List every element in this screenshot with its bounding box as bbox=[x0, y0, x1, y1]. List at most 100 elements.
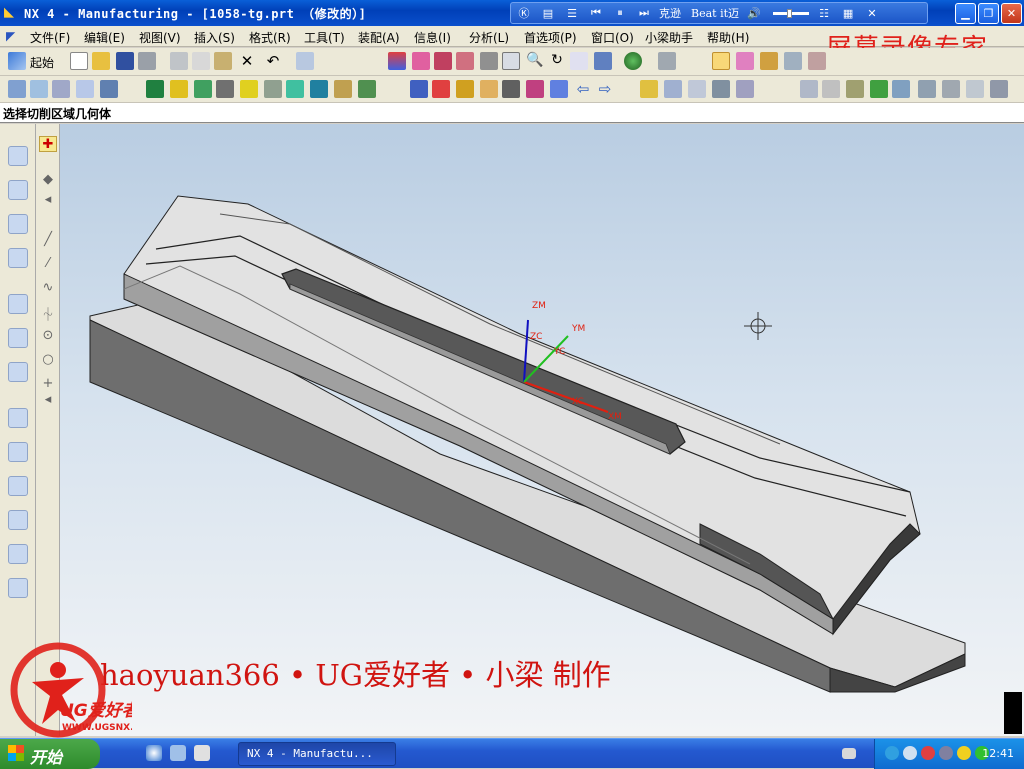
new-file-icon[interactable] bbox=[70, 52, 88, 70]
clock-icon[interactable] bbox=[8, 408, 28, 428]
curve-icon[interactable] bbox=[434, 52, 452, 70]
list-icon[interactable]: ☰ bbox=[563, 7, 581, 20]
operation-7-icon[interactable] bbox=[822, 80, 840, 98]
palette-arrow-icon[interactable]: ◂ bbox=[39, 192, 57, 208]
menu-edit[interactable]: 编辑(E) bbox=[84, 29, 125, 46]
zoom-icon[interactable]: 🔍 bbox=[526, 52, 544, 70]
nx-app-icon[interactable]: ◣ bbox=[4, 5, 14, 20]
menu-xiaoliang[interactable]: 小梁助手 bbox=[645, 29, 693, 46]
grid-icon[interactable]: ▦ bbox=[839, 7, 857, 20]
playlist-icon[interactable]: ▤ bbox=[539, 7, 557, 20]
training-icon[interactable] bbox=[8, 328, 28, 348]
equalizer-icon[interactable]: ☷ bbox=[815, 7, 833, 20]
tray-volume-icon[interactable] bbox=[939, 746, 953, 760]
transform-icon[interactable] bbox=[526, 80, 544, 98]
create-tool-icon[interactable] bbox=[30, 80, 48, 98]
graphics-window[interactable]: ZM YM XM ZC YC XC haoyuan366 • UG爱好者 • 小… bbox=[60, 124, 1024, 736]
pause-icon[interactable]: ⏸ bbox=[611, 6, 629, 20]
selection-icon[interactable] bbox=[296, 52, 314, 70]
close-button[interactable]: ✕ bbox=[1001, 3, 1022, 24]
quicklaunch-desktop-icon[interactable] bbox=[170, 745, 186, 761]
tray-network-icon[interactable] bbox=[885, 746, 899, 760]
operation-10-icon[interactable] bbox=[892, 80, 910, 98]
layer-icon[interactable] bbox=[658, 52, 676, 70]
tool-view-icon[interactable] bbox=[432, 80, 450, 98]
create-operation-icon[interactable] bbox=[100, 80, 118, 98]
constraint-navigator-icon[interactable] bbox=[8, 248, 28, 268]
geometry-view-icon[interactable] bbox=[456, 80, 474, 98]
player-close-icon[interactable]: ✕ bbox=[863, 7, 881, 20]
palette-icon[interactable] bbox=[8, 476, 28, 496]
copy-icon[interactable] bbox=[192, 52, 210, 70]
csys-icon[interactable] bbox=[808, 52, 826, 70]
operation-14-icon[interactable] bbox=[990, 80, 1008, 98]
save-icon[interactable] bbox=[116, 52, 134, 70]
undo-icon[interactable]: ↶ bbox=[264, 52, 282, 70]
volume-knob[interactable] bbox=[787, 8, 793, 18]
surface-icon[interactable] bbox=[456, 52, 474, 70]
operation-9-icon[interactable] bbox=[870, 80, 888, 98]
program-view-icon[interactable] bbox=[410, 80, 428, 98]
volume-slider[interactable] bbox=[773, 8, 810, 18]
method-view-icon[interactable] bbox=[480, 80, 498, 98]
assembly-navigator-icon[interactable] bbox=[8, 214, 28, 234]
object-icon[interactable] bbox=[502, 80, 520, 98]
point-icon[interactable] bbox=[760, 52, 778, 70]
rotate-icon[interactable]: ↻ bbox=[548, 52, 566, 70]
operation-6-icon[interactable] bbox=[800, 80, 818, 98]
operation-11-icon[interactable] bbox=[918, 80, 936, 98]
volume-icon[interactable]: 🔊 bbox=[745, 7, 763, 20]
menu-app-icon[interactable]: ◤ bbox=[6, 29, 15, 43]
menu-window[interactable]: 窗口(O) bbox=[591, 29, 634, 46]
point-plus-icon[interactable]: + bbox=[39, 376, 57, 392]
operation-12-icon[interactable] bbox=[942, 80, 960, 98]
create-geometry-icon[interactable] bbox=[52, 80, 70, 98]
feature-icon[interactable] bbox=[388, 52, 406, 70]
shading-mode-icon[interactable] bbox=[624, 52, 642, 70]
arrow-left-icon[interactable]: ⇦ bbox=[574, 80, 592, 98]
operation-4-icon[interactable] bbox=[712, 80, 730, 98]
start-icon[interactable] bbox=[8, 52, 26, 70]
part-navigator-icon[interactable] bbox=[8, 180, 28, 200]
history-icon[interactable] bbox=[8, 294, 28, 314]
operation-2-icon[interactable] bbox=[664, 80, 682, 98]
roles-icon[interactable] bbox=[8, 510, 28, 530]
previous-track-icon[interactable]: ⏮ bbox=[587, 6, 605, 20]
line2-icon[interactable]: ⁄ bbox=[39, 256, 57, 272]
player-logo-icon[interactable]: Ⓚ bbox=[515, 5, 533, 21]
menu-help[interactable]: 帮助(H) bbox=[707, 29, 749, 46]
operation-3-icon[interactable] bbox=[688, 80, 706, 98]
menu-file[interactable]: 文件(F) bbox=[30, 29, 70, 46]
menu-preferences[interactable]: 首选项(P) bbox=[524, 29, 577, 46]
menu-assembly[interactable]: 装配(A) bbox=[358, 29, 400, 46]
create-method-icon[interactable] bbox=[76, 80, 94, 98]
vector-icon[interactable] bbox=[784, 52, 802, 70]
restore-button[interactable]: ❐ bbox=[978, 3, 999, 24]
tray-recorder-icon[interactable] bbox=[921, 746, 935, 760]
machine-control-icon[interactable] bbox=[358, 80, 376, 98]
tray-security-icon[interactable] bbox=[957, 746, 971, 760]
start-menu-button[interactable]: 起始 bbox=[30, 54, 54, 71]
output-cls-icon[interactable] bbox=[310, 80, 328, 98]
operation-1-icon[interactable] bbox=[640, 80, 658, 98]
delete-icon[interactable]: ✕ bbox=[238, 52, 256, 70]
menu-info[interactable]: 信息(I) bbox=[414, 29, 451, 46]
help-icon[interactable] bbox=[8, 362, 28, 382]
next-track-icon[interactable]: ⏭ bbox=[635, 6, 653, 20]
tray-player-icon[interactable] bbox=[903, 746, 917, 760]
simulate-icon[interactable] bbox=[216, 80, 234, 98]
postprocess-icon[interactable] bbox=[264, 80, 282, 98]
print-icon[interactable] bbox=[138, 52, 156, 70]
quicklaunch-ie-icon[interactable] bbox=[146, 745, 162, 761]
paste-icon[interactable] bbox=[214, 52, 232, 70]
menu-analysis[interactable]: 分析(L) bbox=[469, 29, 509, 46]
sketch-icon[interactable] bbox=[412, 52, 430, 70]
operation-navigator-icon[interactable] bbox=[8, 146, 28, 166]
operation-5-icon[interactable] bbox=[736, 80, 754, 98]
generate-toolpath-icon[interactable] bbox=[146, 80, 164, 98]
library-icon[interactable] bbox=[8, 442, 28, 462]
cut-icon[interactable] bbox=[170, 52, 188, 70]
arc-icon[interactable]: ⏆ bbox=[39, 304, 57, 323]
spline-icon[interactable]: ∿ bbox=[39, 280, 57, 296]
palette-arrow2-icon[interactable]: ◂ bbox=[39, 392, 57, 408]
